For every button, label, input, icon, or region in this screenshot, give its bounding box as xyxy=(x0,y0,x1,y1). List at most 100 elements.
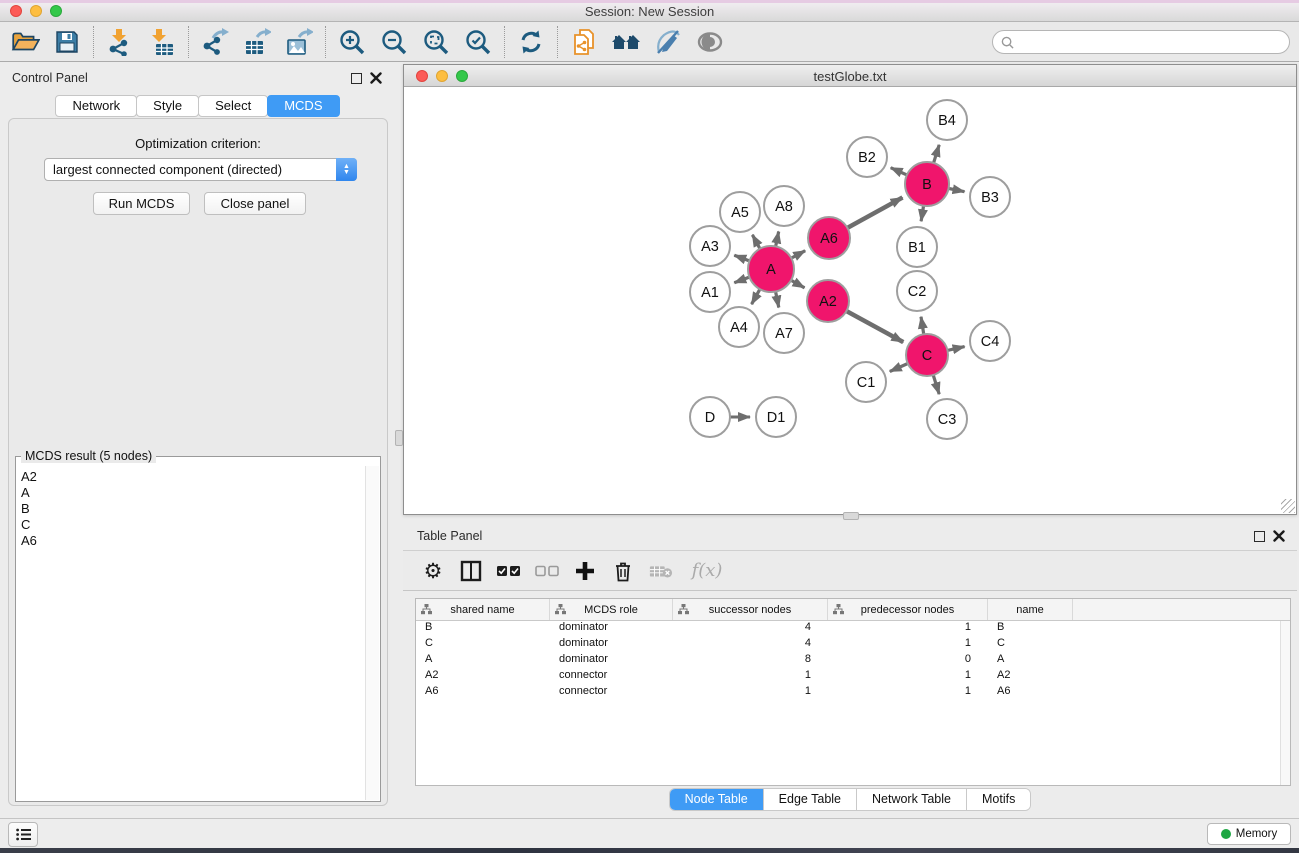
table-row[interactable]: Adominator80A xyxy=(416,653,1290,669)
search-box[interactable] xyxy=(992,30,1290,54)
column-header-name[interactable]: name xyxy=(988,599,1073,620)
tab-edge-table[interactable]: Edge Table xyxy=(764,789,857,810)
tab-select[interactable]: Select xyxy=(198,95,268,117)
refresh-layout-icon xyxy=(517,28,545,56)
column-header-shared-name[interactable]: shared name xyxy=(416,599,550,620)
zoom-fit-icon xyxy=(422,28,450,56)
toolbar-separator xyxy=(325,26,326,58)
network-window-titlebar: testGlobe.txt xyxy=(404,65,1296,87)
zoom-fit-button[interactable] xyxy=(415,24,457,60)
save-session-button[interactable] xyxy=(46,24,88,60)
vertical-splitter-handle[interactable] xyxy=(843,512,859,520)
close-panel-icon[interactable] xyxy=(370,72,382,84)
split-panel-button[interactable] xyxy=(459,559,483,583)
resize-grip-icon[interactable] xyxy=(1281,499,1295,513)
tab-node-table[interactable]: Node Table xyxy=(670,789,764,810)
network-window-title: testGlobe.txt xyxy=(404,69,1296,84)
table-row[interactable]: A2connector11A2 xyxy=(416,669,1290,685)
column-label: predecessor nodes xyxy=(861,604,955,616)
tab-motifs[interactable]: Motifs xyxy=(967,789,1030,810)
float-panel-icon[interactable] xyxy=(351,73,362,84)
svg-text:A5: A5 xyxy=(731,205,749,221)
zoom-selected-icon xyxy=(464,28,492,56)
memory-button[interactable]: Memory xyxy=(1207,823,1291,845)
float-table-panel-icon[interactable] xyxy=(1254,531,1265,542)
clone-network-button[interactable] xyxy=(563,24,605,60)
export-image-button[interactable] xyxy=(278,24,320,60)
svg-text:A: A xyxy=(766,262,776,278)
table-row[interactable]: Bdominator41B xyxy=(416,621,1290,637)
tab-network[interactable]: Network xyxy=(55,95,137,117)
search-input[interactable] xyxy=(1019,35,1289,49)
table-scrollbar[interactable] xyxy=(1280,621,1290,785)
result-item[interactable]: A xyxy=(21,485,365,501)
import-network-button[interactable] xyxy=(99,24,141,60)
result-item[interactable]: A6 xyxy=(21,533,365,549)
toolbar-separator xyxy=(188,26,189,58)
result-item[interactable]: B xyxy=(21,501,365,517)
criterion-select[interactable]: largest connected component (directed) ▲… xyxy=(44,158,357,181)
svg-text:B4: B4 xyxy=(938,113,956,129)
table-row[interactable]: A6connector11A6 xyxy=(416,685,1290,701)
svg-text:C3: C3 xyxy=(938,412,957,428)
network-canvas[interactable]: AA1A3A4A5A7A8A6A2BB1B2B3B4CC1C2C3C4DD1 xyxy=(404,87,1296,514)
zoom-out-button[interactable] xyxy=(373,24,415,60)
import-table-icon xyxy=(148,28,176,56)
optimization-criterion-label: Optimization criterion: xyxy=(9,136,387,151)
table-cell: dominator xyxy=(550,621,673,637)
svg-text:C1: C1 xyxy=(857,375,876,391)
close-panel-button[interactable]: Close panel xyxy=(204,192,306,215)
run-mcds-button[interactable]: Run MCDS xyxy=(93,192,190,215)
import-network-icon xyxy=(106,28,134,56)
result-item[interactable]: C xyxy=(21,517,365,533)
delete-table-button[interactable] xyxy=(649,559,673,583)
home-icon xyxy=(611,28,641,56)
criterion-selected-value: largest connected component (directed) xyxy=(53,162,282,177)
table-header-row: shared nameMCDS rolesuccessor nodes prede… xyxy=(416,599,1290,621)
refresh-layout-button[interactable] xyxy=(510,24,552,60)
table-row[interactable]: Cdominator41C xyxy=(416,637,1290,653)
hide-details-button[interactable] xyxy=(647,24,689,60)
column-header-successor-nodes[interactable]: successor nodes xyxy=(673,599,828,620)
table-cell: A xyxy=(988,653,1073,669)
tab-mcds[interactable]: MCDS xyxy=(267,95,339,117)
table-settings-button[interactable]: ⚙ xyxy=(421,559,445,583)
delete-columns-button[interactable] xyxy=(611,559,635,583)
main-toolbar xyxy=(0,22,1299,62)
home-button[interactable] xyxy=(605,24,647,60)
import-table-button[interactable] xyxy=(141,24,183,60)
mcds-result-box: MCDS result (5 nodes) A2ABCA6 xyxy=(15,456,381,802)
close-table-panel-icon[interactable] xyxy=(1273,530,1285,542)
export-network-button[interactable] xyxy=(194,24,236,60)
result-item[interactable]: A2 xyxy=(21,469,365,485)
hierarchy-icon xyxy=(421,604,432,618)
svg-text:B2: B2 xyxy=(858,150,876,166)
toolbar-separator xyxy=(504,26,505,58)
add-column-button[interactable] xyxy=(573,559,597,583)
table-cell: connector xyxy=(550,685,673,701)
select-all-columns-button[interactable] xyxy=(497,559,521,583)
memory-label: Memory xyxy=(1236,828,1278,840)
export-table-button[interactable] xyxy=(236,24,278,60)
show-details-button[interactable] xyxy=(689,24,731,60)
table-tab-group: Node TableEdge TableNetwork TableMotifs xyxy=(669,788,1032,811)
zoom-selected-button[interactable] xyxy=(457,24,499,60)
svg-text:C4: C4 xyxy=(981,334,1000,350)
open-file-button[interactable] xyxy=(4,24,46,60)
tab-style[interactable]: Style xyxy=(136,95,199,117)
table-cell: 0 xyxy=(828,653,988,669)
column-header-mcds-role[interactable]: MCDS role xyxy=(550,599,673,620)
table-cell: A6 xyxy=(988,685,1073,701)
show-panels-button[interactable] xyxy=(8,822,38,847)
table-tabs-bar: Node TableEdge TableNetwork TableMotifs xyxy=(403,788,1297,812)
fx-icon: f(x) xyxy=(692,560,723,581)
function-builder-button[interactable]: f(x) xyxy=(687,559,727,583)
result-list-scrollbar[interactable] xyxy=(365,466,379,800)
app-titlebar: Session: New Session xyxy=(0,0,1299,22)
deselect-all-columns-button[interactable] xyxy=(535,559,559,583)
column-header-predecessor-nodes[interactable]: predecessor nodes xyxy=(828,599,988,620)
zoom-in-button[interactable] xyxy=(331,24,373,60)
tab-network-table[interactable]: Network Table xyxy=(857,789,967,810)
mcds-result-list[interactable]: A2ABCA6 xyxy=(17,466,365,800)
horizontal-splitter-handle[interactable] xyxy=(395,430,403,446)
